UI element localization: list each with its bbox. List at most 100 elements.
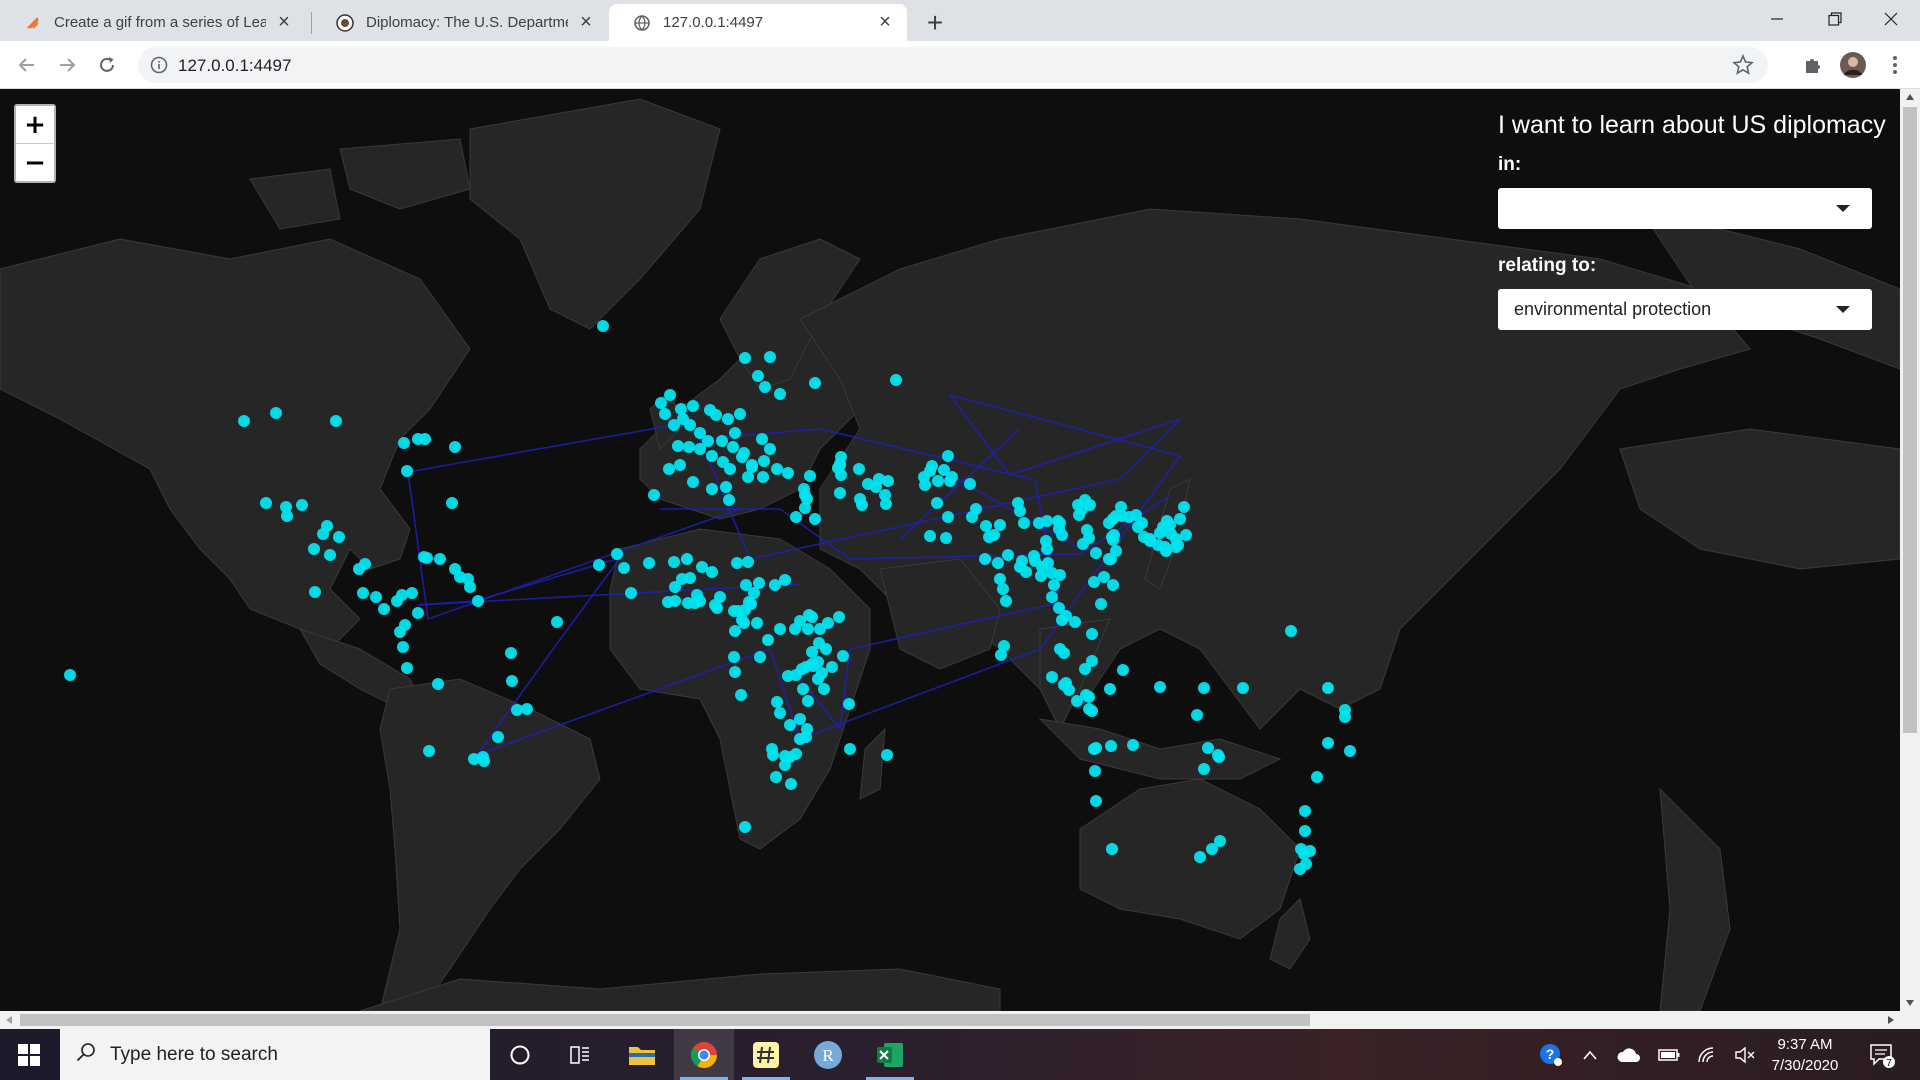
country-marker[interactable] — [782, 670, 794, 682]
country-marker[interactable] — [449, 441, 461, 453]
country-marker[interactable] — [1035, 570, 1047, 582]
country-marker[interactable] — [1086, 655, 1098, 667]
country-marker[interactable] — [720, 481, 732, 493]
country-marker[interactable] — [511, 704, 523, 716]
country-marker[interactable] — [655, 397, 667, 409]
sticky-notes-button[interactable] — [736, 1029, 796, 1080]
country-marker[interactable] — [802, 695, 814, 707]
scroll-up-arrow-icon[interactable] — [1900, 89, 1920, 105]
forward-button[interactable] — [50, 48, 84, 82]
country-marker[interactable] — [694, 595, 706, 607]
country-marker[interactable] — [964, 478, 976, 490]
horizontal-scrollbar[interactable] — [0, 1011, 1900, 1029]
country-marker[interactable] — [1117, 664, 1129, 676]
country-marker[interactable] — [1058, 647, 1070, 659]
country-marker[interactable] — [1054, 569, 1066, 581]
country-marker[interactable] — [412, 607, 424, 619]
country-marker[interactable] — [421, 552, 433, 564]
country-marker[interactable] — [1130, 509, 1142, 521]
country-marker[interactable] — [843, 698, 855, 710]
country-marker[interactable] — [739, 821, 751, 833]
horizontal-scroll-thumb[interactable] — [20, 1014, 1310, 1026]
country-marker[interactable] — [687, 400, 699, 412]
country-marker[interactable] — [794, 713, 806, 725]
country-marker[interactable] — [643, 557, 655, 569]
close-window-button[interactable] — [1862, 0, 1920, 38]
country-marker[interactable] — [1000, 595, 1012, 607]
country-marker[interactable] — [994, 519, 1006, 531]
country-marker[interactable] — [478, 755, 490, 767]
country-marker[interactable] — [998, 640, 1010, 652]
country-marker[interactable] — [296, 499, 308, 511]
country-marker[interactable] — [1159, 541, 1171, 553]
country-marker[interactable] — [669, 581, 681, 593]
country-marker[interactable] — [880, 498, 892, 510]
country-marker[interactable] — [1191, 709, 1203, 721]
country-marker[interactable] — [1107, 579, 1119, 591]
country-marker[interactable] — [1048, 579, 1060, 591]
country-marker[interactable] — [1104, 683, 1116, 695]
country-marker[interactable] — [942, 450, 954, 462]
country-marker[interactable] — [1213, 751, 1225, 763]
tab-localhost[interactable]: 127.0.0.1:4497 × — [609, 4, 907, 41]
country-marker[interactable] — [813, 637, 825, 649]
country-marker[interactable] — [729, 625, 741, 637]
country-marker[interactable] — [771, 696, 783, 708]
country-marker[interactable] — [734, 408, 746, 420]
excel-button[interactable] — [860, 1029, 920, 1080]
country-marker[interactable] — [506, 675, 518, 687]
country-marker[interactable] — [1311, 771, 1323, 783]
country-marker[interactable] — [1083, 691, 1095, 703]
country-marker[interactable] — [1018, 517, 1030, 529]
r-app-button[interactable]: R — [798, 1029, 858, 1080]
country-marker[interactable] — [446, 497, 458, 509]
country-marker[interactable] — [1002, 549, 1014, 561]
country-marker[interactable] — [681, 553, 693, 565]
tab-leaflet-gif[interactable]: Create a gif from a series of Leafl × — [0, 4, 306, 41]
country-marker[interactable] — [754, 651, 766, 663]
country-marker[interactable] — [873, 473, 885, 485]
country-marker[interactable] — [1088, 743, 1100, 755]
country-marker[interactable] — [394, 626, 406, 638]
scroll-right-arrow-icon[interactable] — [1882, 1011, 1900, 1029]
country-marker[interactable] — [64, 669, 76, 681]
country-marker[interactable] — [739, 352, 751, 364]
country-marker[interactable] — [764, 351, 776, 363]
country-marker[interactable] — [309, 586, 321, 598]
country-marker[interactable] — [716, 435, 728, 447]
country-marker[interactable] — [942, 511, 954, 523]
country-marker[interactable] — [711, 602, 723, 614]
onedrive-cloud-icon[interactable] — [1614, 1029, 1644, 1080]
country-marker[interactable] — [683, 441, 695, 453]
taskbar-search-box[interactable]: Type here to search — [60, 1029, 490, 1080]
country-marker[interactable] — [1105, 740, 1117, 752]
country-marker[interactable] — [1180, 529, 1192, 541]
scroll-left-arrow-icon[interactable] — [0, 1011, 18, 1029]
country-marker[interactable] — [1202, 742, 1214, 754]
country-marker[interactable] — [1322, 682, 1334, 694]
country-marker[interactable] — [800, 731, 812, 743]
help-tray-icon[interactable]: ? — [1532, 1029, 1570, 1080]
scroll-down-arrow-icon[interactable] — [1900, 995, 1920, 1011]
country-marker[interactable] — [664, 389, 676, 401]
close-tab-icon[interactable]: × — [576, 11, 596, 33]
country-marker[interactable] — [940, 532, 952, 544]
country-marker[interactable] — [790, 748, 802, 760]
start-button[interactable] — [0, 1029, 58, 1080]
country-select[interactable] — [1498, 188, 1872, 229]
country-marker[interactable] — [832, 462, 844, 474]
country-marker[interactable] — [784, 719, 796, 731]
country-marker[interactable] — [1089, 765, 1101, 777]
country-marker[interactable] — [799, 502, 811, 514]
country-marker[interactable] — [1058, 679, 1070, 691]
country-marker[interactable] — [980, 520, 992, 532]
country-marker[interactable] — [611, 548, 623, 560]
new-tab-button[interactable]: + — [918, 6, 952, 40]
country-marker[interactable] — [728, 651, 740, 663]
tab-diplomacy[interactable]: Diplomacy: The U.S. Department × — [312, 4, 608, 41]
country-marker[interactable] — [751, 617, 763, 629]
country-marker[interactable] — [668, 556, 680, 568]
close-tab-icon[interactable]: × — [875, 11, 895, 33]
country-marker[interactable] — [736, 451, 748, 463]
country-marker[interactable] — [785, 778, 797, 790]
